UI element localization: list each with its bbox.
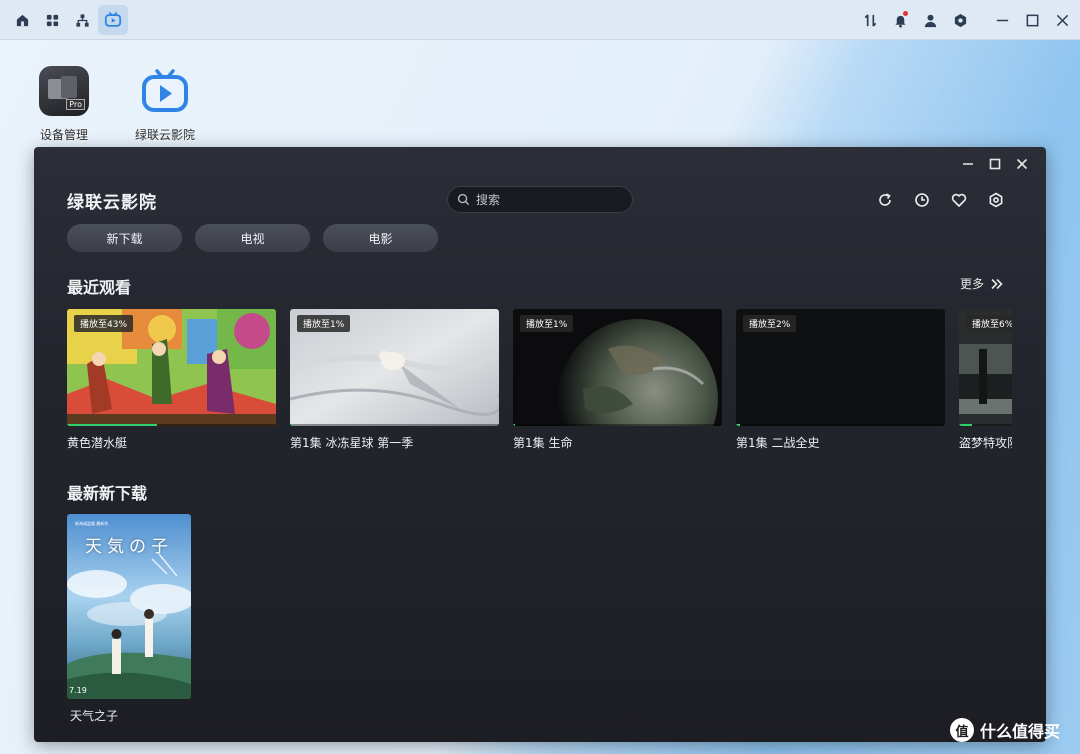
recent-item[interactable]: 播放至2% 第1集 二战全史 [736, 309, 945, 451]
notification-dot [903, 11, 908, 16]
cinema-app-icon [140, 66, 190, 116]
latest-section-title: 最新新下载 [67, 484, 148, 503]
video-title: 第1集 二战全史 [736, 436, 820, 450]
cinema-app-window: 绿联云影院 新下载 电视 电影 最近观看 更多 [34, 147, 1046, 742]
progress-badge: 播放至2% [743, 315, 797, 332]
search-bar[interactable] [447, 186, 633, 213]
tv-app-icon[interactable] [98, 5, 128, 35]
recent-list: 播放至43% 黄色潜水艇 播放至1% 第1集 冰冻星球 第一季 播放至1% 第1… [67, 309, 1012, 459]
home-icon[interactable] [8, 6, 36, 34]
os-top-bar [0, 0, 1080, 40]
progress-badge: 播放至6% [966, 315, 1012, 332]
recent-item[interactable]: 播放至1% 第1集 生命 [513, 309, 722, 451]
tab-movies[interactable]: 电影 [323, 224, 438, 252]
device-manager-icon: Pro [39, 66, 89, 116]
app-settings-icon[interactable] [985, 189, 1007, 211]
favorite-icon[interactable] [948, 189, 970, 211]
progress-bar [513, 424, 722, 426]
video-title: 第1集 生命 [513, 436, 573, 450]
more-button[interactable]: 更多 [960, 275, 1004, 292]
recent-item[interactable]: 播放至1% 第1集 冰冻星球 第一季 [290, 309, 499, 451]
video-title: 黄色潜水艇 [67, 436, 128, 450]
minimize-icon[interactable] [988, 6, 1016, 34]
video-thumbnail: 播放至1% [290, 309, 499, 426]
recent-item[interactable]: 播放至43% 黄色潜水艇 [67, 309, 276, 451]
desktop-icon-label: 绿联云影院 [134, 128, 195, 142]
poster-date: 7.19 [69, 686, 87, 695]
progress-badge: 播放至1% [297, 315, 351, 332]
progress-badge: 播放至43% [74, 315, 134, 332]
desktop-icon-label: 设备管理 [39, 128, 88, 142]
maximize-icon[interactable] [1018, 6, 1046, 34]
close-icon[interactable] [1048, 6, 1076, 34]
desktop-icon-cinema[interactable]: 绿联云影院 [125, 66, 205, 143]
transfer-icon[interactable] [856, 6, 884, 34]
latest-item[interactable]: 新海诚监督 最新作 天気の子 7.19 天气之子 [67, 514, 191, 724]
search-icon [457, 193, 470, 206]
watermark: 值 什么值得买 [950, 718, 1060, 742]
progress-badge: 播放至1% [520, 315, 574, 332]
window-minimize-icon[interactable] [955, 153, 981, 175]
progress-bar [736, 424, 945, 426]
settings-icon[interactable] [946, 6, 974, 34]
svg-text:新海诚监督 最新作: 新海诚监督 最新作 [75, 520, 108, 526]
app-title: 绿联云影院 [67, 193, 157, 213]
video-thumbnail: 播放至1% [513, 309, 722, 426]
refresh-icon[interactable] [874, 189, 896, 211]
progress-bar [67, 424, 276, 426]
tab-tv[interactable]: 电视 [195, 224, 310, 252]
user-icon[interactable] [916, 6, 944, 34]
video-thumbnail: 播放至2% [736, 309, 945, 426]
desktop-icon-device-manager[interactable]: Pro 设备管理 [24, 66, 104, 143]
window-close-icon[interactable] [1009, 153, 1035, 175]
watermark-logo-icon: 值 [950, 718, 974, 742]
network-icon[interactable] [68, 6, 96, 34]
history-icon[interactable] [911, 189, 933, 211]
tab-new-downloads[interactable]: 新下载 [67, 224, 182, 252]
video-thumbnail: 播放至43% [67, 309, 276, 426]
recent-item[interactable]: 播放至6% 盗梦特攻队 [959, 309, 1012, 451]
apps-grid-icon[interactable] [38, 6, 66, 34]
watermark-text: 什么值得买 [980, 722, 1061, 741]
video-title: 第1集 冰冻星球 第一季 [290, 436, 414, 450]
search-input[interactable] [476, 192, 626, 207]
video-title: 盗梦特攻队 [959, 436, 1012, 450]
notification-bell-icon[interactable] [886, 6, 914, 34]
recent-section-title: 最近观看 [67, 278, 132, 297]
window-maximize-icon[interactable] [982, 153, 1008, 175]
movie-poster: 新海诚监督 最新作 天気の子 7.19 [67, 514, 191, 699]
progress-bar [959, 424, 1012, 426]
more-label: 更多 [959, 277, 984, 291]
video-thumbnail: 播放至6% [959, 309, 1012, 426]
double-chevron-right-icon [991, 278, 1003, 289]
movie-title: 天气之子 [70, 709, 119, 723]
poster-title-text: 天気の子 [85, 537, 173, 557]
progress-bar [290, 424, 499, 426]
